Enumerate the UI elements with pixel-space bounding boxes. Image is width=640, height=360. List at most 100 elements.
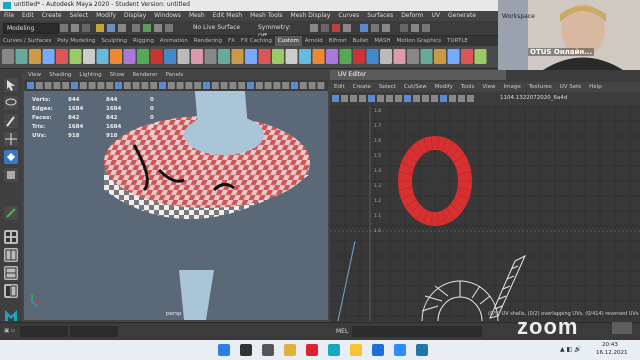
- select-tool-icon[interactable]: [4, 78, 18, 92]
- command-line-right[interactable]: [70, 326, 118, 337]
- uv-menu-image[interactable]: Image: [503, 82, 520, 92]
- menu-select[interactable]: Select: [70, 11, 89, 21]
- shelf-tab-curves-surfaces[interactable]: Curves / Surfaces: [0, 36, 54, 46]
- menu-edit-mesh[interactable]: Edit Mesh: [213, 11, 242, 21]
- zoom-expand-icon[interactable]: [612, 322, 632, 334]
- layout-outliner-icon[interactable]: [4, 284, 18, 298]
- menu-uv[interactable]: UV: [432, 11, 441, 21]
- viewport-menu-shading[interactable]: Shading: [49, 70, 71, 80]
- menu-file[interactable]: File: [4, 11, 14, 21]
- viewport-menu-view[interactable]: View: [28, 70, 41, 80]
- menu-mesh[interactable]: Mesh: [189, 11, 205, 21]
- shelf-button-icon: [285, 49, 298, 64]
- explorer-icon[interactable]: [284, 344, 296, 356]
- command-line-left[interactable]: [20, 326, 68, 337]
- shelf-tab-animation[interactable]: Animation: [157, 36, 191, 46]
- shelf-button-icon: [110, 49, 122, 64]
- shelf-button-icon: [164, 49, 176, 64]
- menu-windows[interactable]: Windows: [154, 11, 181, 21]
- scale-tool-icon[interactable]: [4, 168, 18, 182]
- shelf-tab-fx[interactable]: FX: [225, 36, 238, 46]
- shelf-button-icon: [231, 49, 244, 64]
- shelf-tab-rigging[interactable]: Rigging: [130, 36, 157, 46]
- mel-label[interactable]: MEL: [336, 328, 348, 335]
- status-line: Modeling No Live Surface Symmetry: Off: [0, 21, 498, 40]
- menu-generate[interactable]: Generate: [448, 11, 476, 21]
- shelf-tab-fx-caching[interactable]: FX Caching: [238, 36, 275, 46]
- uv-menu-modify[interactable]: Modify: [435, 82, 453, 92]
- menu-mesh-tools[interactable]: Mesh Tools: [250, 11, 282, 21]
- app-red-icon[interactable]: [306, 344, 318, 356]
- shelf-tool-icons[interactable]: [2, 48, 496, 66]
- live-surface-label[interactable]: No Live Surface: [190, 23, 256, 32]
- viewport-menu-show[interactable]: Show: [110, 70, 125, 80]
- viewport-toolbar[interactable]: [24, 80, 328, 91]
- uv-canvas[interactable]: 1.8 1.7 1.6 1.5 1.4 1.3 1.2 1.1 1.0 (0/5) UV she…: [329, 105, 640, 360]
- shelf-tab-rendering[interactable]: Rendering: [191, 36, 225, 46]
- uv-texture-field[interactable]: 1104.1322072020_6a4d: [500, 95, 567, 101]
- layout-stack-icon[interactable]: [4, 266, 18, 280]
- viewport-tool-icon: [176, 82, 184, 89]
- uv-editor-toolbar[interactable]: 1104.1322072020_6a4d: [330, 93, 640, 105]
- shelf-tab-poly-modeling[interactable]: Poly Modeling: [54, 36, 98, 46]
- uv-menu-help[interactable]: Help: [589, 82, 602, 92]
- uv-menu-textures[interactable]: Textures: [529, 82, 552, 92]
- uv-menu-create[interactable]: Create: [353, 82, 371, 92]
- shelf-tab-mash[interactable]: MASH: [371, 36, 393, 46]
- uv-ruler-label: 1.2: [374, 198, 381, 204]
- uv-menu-edit[interactable]: Edit: [334, 82, 345, 92]
- menu-set-dropdown[interactable]: Modeling: [3, 23, 59, 34]
- shelf-tab-motion-graphics[interactable]: Motion Graphics: [393, 36, 444, 46]
- shelf-tab-custom[interactable]: Custom: [274, 36, 302, 46]
- maya-taskbar-icon[interactable]: [328, 344, 340, 356]
- lasso-tool-icon[interactable]: [4, 96, 18, 110]
- window-title: untitled* - Autodesk Maya 2020 - Student…: [14, 1, 190, 8]
- start-icon[interactable]: [218, 344, 230, 356]
- menu-modify[interactable]: Modify: [96, 11, 116, 21]
- menu-display[interactable]: Display: [124, 11, 146, 21]
- app-blue-icon[interactable]: [416, 344, 428, 356]
- shelf-button-icon: [272, 49, 284, 64]
- uv-menu-tools[interactable]: Tools: [461, 82, 475, 92]
- uv-menu-view[interactable]: View: [482, 82, 495, 92]
- shelf-button-icon: [15, 49, 28, 64]
- uv-grid[interactable]: 1.8 1.7 1.6 1.5 1.4 1.3 1.2 1.1 1.0: [329, 105, 640, 360]
- shelf-tab-arnold[interactable]: Arnold: [302, 36, 326, 46]
- uv-menu-select[interactable]: Select: [379, 82, 396, 92]
- render-icons[interactable]: [310, 24, 495, 32]
- menu-create[interactable]: Create: [42, 11, 62, 21]
- paint-select-icon[interactable]: [4, 114, 18, 128]
- shelf-tab-bifrost[interactable]: Bifrost: [326, 36, 350, 46]
- layout-single-icon[interactable]: [4, 206, 18, 220]
- viewport-menu-panels[interactable]: Panels: [166, 70, 184, 80]
- uv-tool-icon: [395, 95, 402, 102]
- move-tool-icon[interactable]: [4, 132, 18, 146]
- rotate-tool-icon[interactable]: [4, 150, 18, 164]
- status-tool-icons[interactable]: [60, 24, 180, 32]
- edge-icon[interactable]: [372, 344, 384, 356]
- zoom-taskbar-icon[interactable]: [394, 344, 406, 356]
- menu-edit[interactable]: Edit: [22, 11, 34, 21]
- viewport-tool-icon: [291, 82, 298, 89]
- task-view-icon[interactable]: [262, 344, 274, 356]
- uv-menu-uv-sets[interactable]: UV Sets: [560, 82, 581, 92]
- layout-side-icon[interactable]: [4, 248, 18, 262]
- tray-icons[interactable]: ▲ ◧ 🔊: [560, 346, 582, 353]
- viewport-tool-icon: [185, 82, 193, 89]
- layout-four-icon[interactable]: [4, 230, 18, 244]
- mel-input[interactable]: [352, 326, 482, 337]
- search-icon[interactable]: [240, 344, 252, 356]
- viewport-menu-renderer[interactable]: Renderer: [132, 70, 157, 80]
- menu-deform[interactable]: Deform: [401, 11, 423, 21]
- menu-curves[interactable]: Curves: [338, 11, 359, 21]
- shelf-tab-sculpting[interactable]: Sculpting: [98, 36, 130, 46]
- shelf-tab-bullet[interactable]: Bullet: [349, 36, 371, 46]
- chrome-icon[interactable]: [350, 344, 362, 356]
- menu-surfaces[interactable]: Surfaces: [367, 11, 393, 21]
- viewport-menu-lighting[interactable]: Lighting: [79, 70, 101, 80]
- uv-menu-cut-sew[interactable]: Cut/Sew: [404, 82, 427, 92]
- symmetry-dropdown[interactable]: Symmetry: Off: [255, 23, 303, 40]
- shelf-tab-turtle[interactable]: TURTLE: [444, 36, 471, 46]
- menu-mesh-display[interactable]: Mesh Display: [291, 11, 331, 21]
- script-icons[interactable]: ▣ ▫: [4, 328, 15, 334]
